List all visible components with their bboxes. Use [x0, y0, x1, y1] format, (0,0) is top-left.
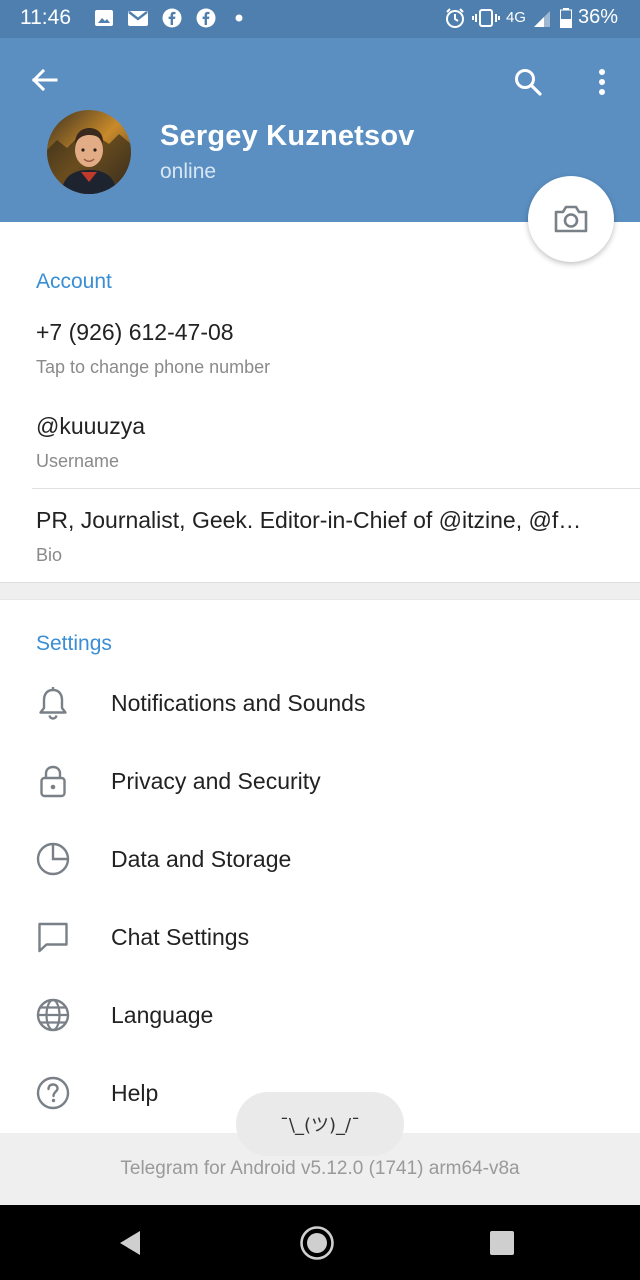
- status-time: 11:46: [20, 6, 71, 29]
- avatar[interactable]: [47, 110, 131, 194]
- shrug-toast: ¯\_(ツ)_/¯: [236, 1092, 404, 1156]
- settings-item-data[interactable]: Data and Storage: [0, 820, 640, 898]
- back-button[interactable]: [24, 60, 64, 100]
- image-icon: [95, 10, 113, 26]
- nav-home-button[interactable]: [293, 1219, 341, 1267]
- navigation-bar: [0, 1205, 640, 1280]
- more-vertical-icon: [599, 69, 605, 95]
- nav-home-icon: [300, 1226, 334, 1260]
- avatar-photo: [47, 110, 131, 194]
- chat-bubble-icon: [34, 918, 72, 956]
- account-section-title: Account: [36, 270, 112, 293]
- camera-icon: [554, 205, 588, 233]
- status-right-group: 4G 36%: [444, 6, 618, 29]
- username-hint: Username: [36, 451, 120, 471]
- search-button[interactable]: [506, 60, 550, 104]
- phone-hint: Tap to change phone number: [36, 357, 271, 377]
- settings-item-label: Chat Settings: [111, 924, 250, 950]
- more-options-button[interactable]: [580, 60, 624, 104]
- settings-section-title: Settings: [36, 632, 112, 655]
- dot-icon: [235, 14, 243, 22]
- signal-icon: [533, 10, 550, 27]
- nav-back-button[interactable]: [106, 1219, 154, 1267]
- network-type: 4G: [505, 9, 526, 26]
- nav-back-icon: [120, 1231, 140, 1255]
- nav-recents-icon: [490, 1231, 514, 1255]
- phone-number: +7 (926) 612-47-08: [36, 319, 234, 345]
- bio-hint: Bio: [36, 545, 63, 565]
- vibrate-icon: [471, 8, 500, 27]
- facebook-icon: [162, 8, 182, 28]
- search-icon: [515, 69, 542, 96]
- bell-icon: [34, 684, 72, 722]
- settings-item-label: Privacy and Security: [111, 768, 321, 794]
- settings-item-notifications[interactable]: Notifications and Sounds: [0, 664, 640, 742]
- pie-chart-icon: [34, 840, 72, 878]
- lock-icon: [34, 762, 72, 800]
- alarm-icon: [445, 7, 464, 28]
- battery-icon: [559, 7, 572, 28]
- settings-item-label: Data and Storage: [111, 846, 292, 872]
- battery-level: 36%: [577, 6, 618, 28]
- question-icon: [34, 1074, 72, 1112]
- settings-item-language[interactable]: Language: [0, 976, 640, 1054]
- settings-item-label: Notifications and Sounds: [111, 690, 366, 716]
- gmail-icon: [128, 11, 148, 26]
- version-text: Telegram for Android v5.12.0 (1741) arm6…: [120, 1158, 520, 1179]
- facebook-icon: [196, 8, 216, 28]
- profile-name: Sergey Kuznetsov: [160, 120, 415, 152]
- status-bar: 11:46 4G 36%: [0, 0, 640, 38]
- section-divider: [0, 582, 640, 600]
- profile-status: online: [160, 160, 217, 183]
- settings-item-privacy[interactable]: Privacy and Security: [0, 742, 640, 820]
- nav-recents-button[interactable]: [478, 1219, 526, 1267]
- settings-item-label: Language: [111, 1002, 214, 1028]
- settings-item-chat[interactable]: Chat Settings: [0, 898, 640, 976]
- username-value: @kuuuzya: [36, 413, 146, 439]
- divider: [32, 488, 640, 489]
- bio-value: PR, Journalist, Geek. Editor-in-Chief of…: [36, 507, 582, 533]
- set-photo-button[interactable]: [528, 176, 614, 262]
- settings-item-label: Help: [111, 1080, 159, 1106]
- globe-icon: [34, 996, 72, 1034]
- arrow-left-icon: [31, 68, 58, 92]
